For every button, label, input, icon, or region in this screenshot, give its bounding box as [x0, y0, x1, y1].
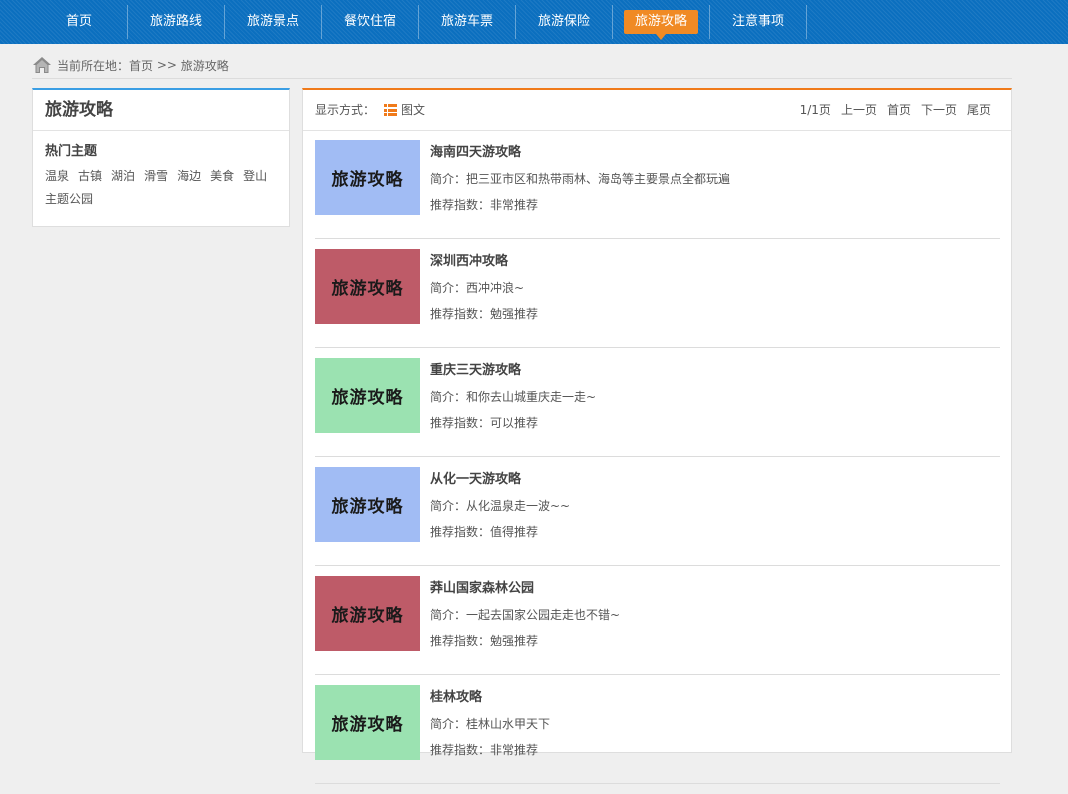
topic-tag[interactable]: 滑雪 [144, 165, 168, 188]
nav-item[interactable]: 旅游车票 [419, 5, 516, 39]
guide-intro: 简介：和你去山城重庆走一走~ [430, 390, 597, 404]
topic-tag[interactable]: 古镇 [78, 165, 102, 188]
nav-item[interactable]: 旅游路线 [128, 5, 225, 39]
nav-item-label: 旅游保险 [537, 14, 590, 29]
guide-title-link[interactable]: 深圳西冲攻略 [430, 253, 538, 271]
guide-item: 旅游攻略 从化一天游攻略简介：从化温泉走一波~~ 推荐指数：值得推荐 [315, 467, 1000, 566]
guide-thumbnail[interactable]: 旅游攻略 [315, 685, 420, 760]
guide-title-link[interactable]: 莽山国家森林公园 [430, 580, 620, 598]
guide-thumbnail[interactable]: 旅游攻略 [315, 467, 420, 542]
breadcrumb-separator: >> [153, 58, 181, 72]
guide-info: 桂林攻略简介：桂林山水甲天下 推荐指数：非常推荐 [430, 689, 550, 759]
guide-intro: 简介：西冲冲浪~ [430, 281, 525, 295]
guide-info: 莽山国家森林公园简介：一起去国家公园走走也不错~ 推荐指数：勉强推荐 [430, 580, 620, 650]
hot-topics-tags: 温泉 古镇 湖泊 滑雪 海边 美食 登山主题公园 [45, 165, 279, 211]
topic-tag[interactable]: 海边 [177, 165, 201, 188]
breadcrumb-home-link[interactable]: 首页 [129, 57, 153, 74]
topic-tag[interactable]: 登山 [243, 165, 267, 188]
nav-item[interactable]: 旅游保险 [516, 5, 613, 39]
guide-list: 旅游攻略 海南四天游攻略简介：把三亚市区和热带雨林、海岛等主要景点全都玩遍 推荐指数… [315, 140, 1000, 794]
guide-title-link[interactable]: 海南四天游攻略 [430, 144, 730, 162]
display-mode: 显示方式： 图文 [315, 90, 425, 130]
first-page-link[interactable]: 首页 [887, 90, 911, 130]
breadcrumb: 当前所在地： 首页 >> 旅游攻略 [32, 52, 1012, 79]
guide-item: 旅游攻略 重庆三天游攻略简介：和你去山城重庆走一走~ 推荐指数：可以推荐 [315, 358, 1000, 457]
topic-tag[interactable]: 湖泊 [111, 165, 135, 188]
list-icon[interactable] [384, 104, 398, 116]
guide-thumbnail-text: 旅游攻略 [331, 388, 404, 408]
topic-tag[interactable]: 温泉 [45, 165, 69, 188]
guide-thumbnail[interactable]: 旅游攻略 [315, 358, 420, 433]
nav-item-label: 旅游攻略 [623, 10, 698, 40]
guide-thumbnail-text: 旅游攻略 [331, 279, 404, 299]
guide-title-link[interactable]: 重庆三天游攻略 [430, 362, 596, 380]
guide-info: 从化一天游攻略简介：从化温泉走一波~~ 推荐指数：值得推荐 [430, 471, 570, 541]
nav-item-label: 旅游车票 [440, 14, 493, 29]
prev-page-link[interactable]: 上一页 [841, 90, 877, 130]
guide-rating: 推荐指数：非常推荐 [430, 743, 539, 757]
guide-thumbnail[interactable]: 旅游攻略 [315, 140, 420, 215]
nav-item[interactable]: 注意事项 [710, 5, 807, 39]
breadcrumb-current: 旅游攻略 [180, 58, 229, 73]
nav-item[interactable]: 首页 [31, 5, 128, 39]
breadcrumb-prefix: 当前所在地： [57, 58, 130, 73]
main-nav: 首页 旅游路线 旅游景点 餐饮住宿 旅游车票 旅游保险 旅游攻略 注意事项 [31, 5, 807, 40]
sidebar-panel: 旅游攻略 热门主题 温泉 古镇 湖泊 滑雪 海边 美食 登山主题公园 [32, 88, 290, 227]
nav-item[interactable]: 餐饮住宿 [322, 5, 419, 39]
nav-item-label: 首页 [65, 14, 92, 29]
guide-title-link[interactable]: 从化一天游攻略 [430, 471, 570, 489]
next-page-link[interactable]: 下一页 [921, 90, 957, 130]
last-page-link[interactable]: 尾页 [967, 90, 991, 130]
page-info: 1/1页 [799, 103, 831, 117]
nav-item-label: 旅游路线 [149, 14, 202, 29]
guide-title-link[interactable]: 桂林攻略 [430, 689, 550, 707]
guide-rating: 推荐指数：勉强推荐 [430, 307, 539, 321]
guide-thumbnail-text: 旅游攻略 [331, 170, 404, 190]
nav-item[interactable]: 旅游景点 [225, 5, 322, 39]
guide-item: 旅游攻略 莽山国家森林公园简介：一起去国家公园走走也不错~ 推荐指数：勉强推荐 [315, 576, 1000, 675]
guide-intro: 简介：桂林山水甲天下 [430, 717, 551, 731]
guide-thumbnail[interactable]: 旅游攻略 [315, 576, 420, 651]
hot-topics-heading: 热门主题 [45, 144, 98, 159]
guide-thumbnail-text: 旅游攻略 [331, 715, 404, 735]
guide-info: 深圳西冲攻略简介：西冲冲浪~ 推荐指数：勉强推荐 [430, 253, 538, 323]
guide-list-panel: 显示方式： 图文 1/1页 上一页 首页 下一页 尾页 旅游攻略 海南四天游攻略简… [302, 88, 1012, 784]
nav-item-label: 注意事项 [731, 14, 784, 29]
guide-item: 旅游攻略 深圳西冲攻略简介：西冲冲浪~ 推荐指数：勉强推荐 [315, 249, 1000, 348]
topic-tag[interactable]: 主题公园 [45, 188, 93, 211]
guide-intro: 简介：一起去国家公园走走也不错~ [430, 608, 621, 622]
nav-item-label: 旅游景点 [246, 14, 299, 29]
guide-item: 旅游攻略 桂林攻略简介：桂林山水甲天下 推荐指数：非常推荐 [315, 685, 1000, 784]
nav-item[interactable]: 旅游攻略 [613, 5, 710, 40]
home-icon [33, 57, 51, 73]
pagination: 1/1页 上一页 首页 下一页 尾页 [790, 90, 991, 130]
nav-item-label: 餐饮住宿 [343, 14, 396, 29]
guide-rating: 推荐指数：可以推荐 [430, 416, 539, 430]
topic-tag[interactable]: 美食 [210, 165, 234, 188]
guide-info: 重庆三天游攻略简介：和你去山城重庆走一走~ 推荐指数：可以推荐 [430, 362, 596, 432]
guide-rating: 推荐指数：值得推荐 [430, 525, 539, 539]
display-mode-value[interactable]: 图文 [401, 90, 425, 130]
sidebar-title: 旅游攻略 [33, 90, 289, 131]
list-toolbar: 显示方式： 图文 1/1页 上一页 首页 下一页 尾页 [303, 90, 1011, 131]
guide-item: 旅游攻略 海南四天游攻略简介：把三亚市区和热带雨林、海岛等主要景点全都玩遍 推荐指数… [315, 140, 1000, 239]
guide-intro: 简介：从化温泉走一波~~ [430, 499, 571, 513]
guide-thumbnail-text: 旅游攻略 [331, 497, 404, 517]
top-nav-bar: 首页 旅游路线 旅游景点 餐饮住宿 旅游车票 旅游保险 旅游攻略 注意事项 [0, 0, 1068, 44]
display-mode-label: 显示方式： [315, 103, 376, 117]
guide-rating: 推荐指数：勉强推荐 [430, 634, 539, 648]
guide-intro: 简介：把三亚市区和热带雨林、海岛等主要景点全都玩遍 [430, 172, 731, 186]
guide-rating: 推荐指数：非常推荐 [430, 198, 539, 212]
guide-thumbnail[interactable]: 旅游攻略 [315, 249, 420, 324]
guide-thumbnail-text: 旅游攻略 [331, 606, 404, 626]
guide-info: 海南四天游攻略简介：把三亚市区和热带雨林、海岛等主要景点全都玩遍 推荐指数：非常推… [430, 144, 730, 214]
